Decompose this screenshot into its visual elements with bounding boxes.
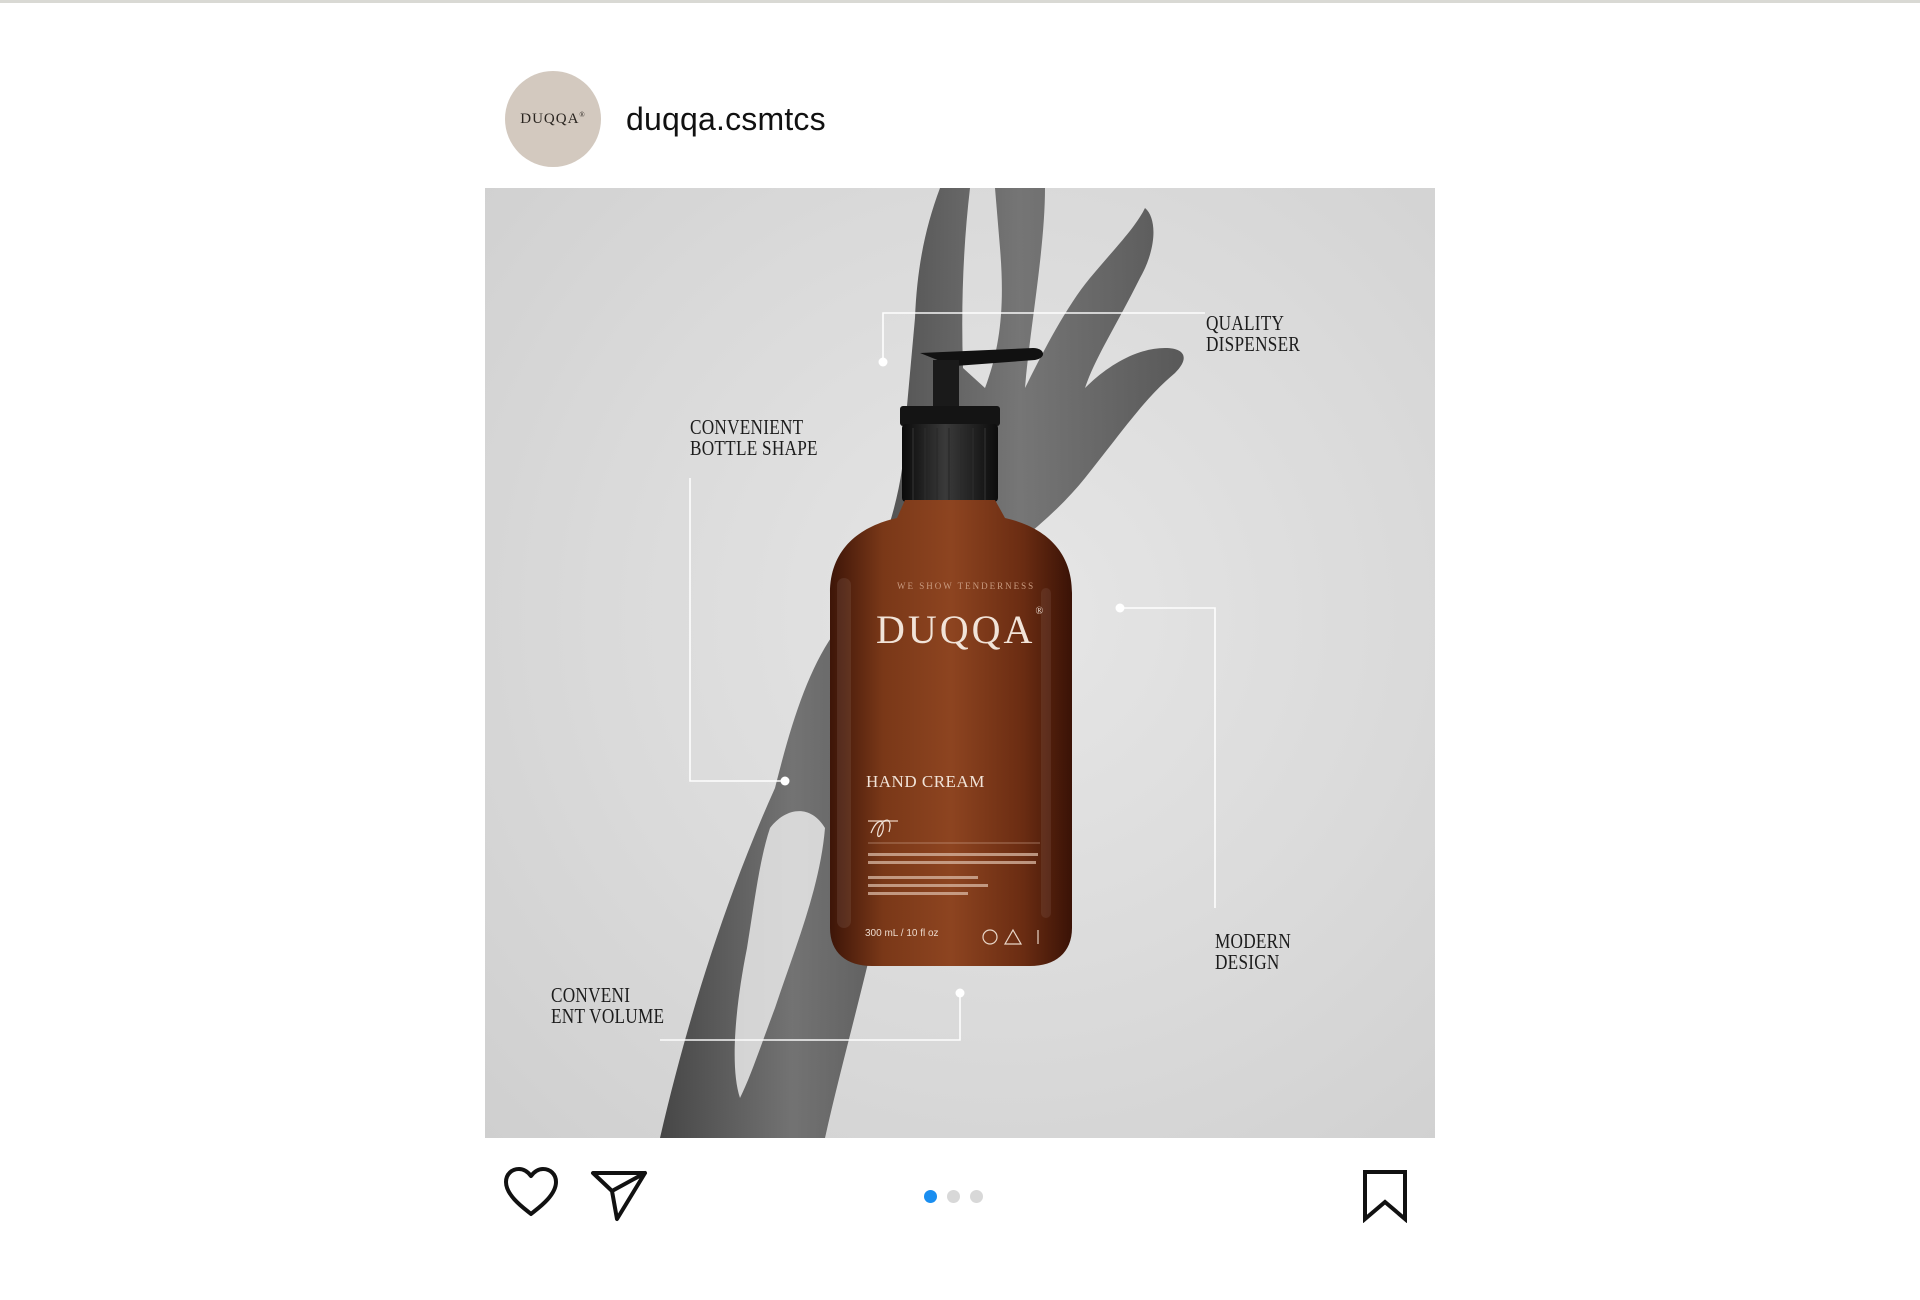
top-divider xyxy=(0,0,1920,3)
username[interactable]: duqqa.csmtcs xyxy=(626,101,826,138)
post-header: DUQQA® duqqa.csmtcs xyxy=(505,71,826,167)
carousel-dot-3[interactable] xyxy=(970,1190,983,1203)
callout-convenient-bottle-shape: CONVENIENT BOTTLE SHAPE xyxy=(690,415,818,460)
bookmark-icon xyxy=(1363,1170,1407,1224)
bottle-tagline: WE SHOW TENDERNESS xyxy=(897,581,1036,591)
post-image[interactable]: QUALITY DISPENSER CONVENIENT BOTTLE SHAP… xyxy=(485,188,1435,1138)
share-button[interactable] xyxy=(590,1169,648,1228)
save-button[interactable] xyxy=(1361,1169,1409,1228)
bottle-product-name: HAND CREAM xyxy=(866,772,985,791)
carousel-indicator xyxy=(924,1190,983,1203)
avatar-logo-text: DUQQA® xyxy=(520,110,586,127)
send-icon xyxy=(591,1171,647,1221)
callout-modern-design: MODERN DESIGN xyxy=(1215,929,1292,974)
like-button[interactable] xyxy=(502,1166,560,1223)
heart-icon xyxy=(504,1167,558,1216)
bottle-volume: 300 mL / 10 fl oz xyxy=(865,928,939,939)
bottle-brand: DUQQA® xyxy=(876,606,1044,652)
carousel-dot-2[interactable] xyxy=(947,1190,960,1203)
callout-quality-dispenser: QUALITY DISPENSER xyxy=(1206,311,1301,356)
avatar[interactable]: DUQQA® xyxy=(505,71,601,167)
carousel-dot-1[interactable] xyxy=(924,1190,937,1203)
callout-convenient-volume: CONVENI ENT VOLUME xyxy=(551,983,665,1028)
